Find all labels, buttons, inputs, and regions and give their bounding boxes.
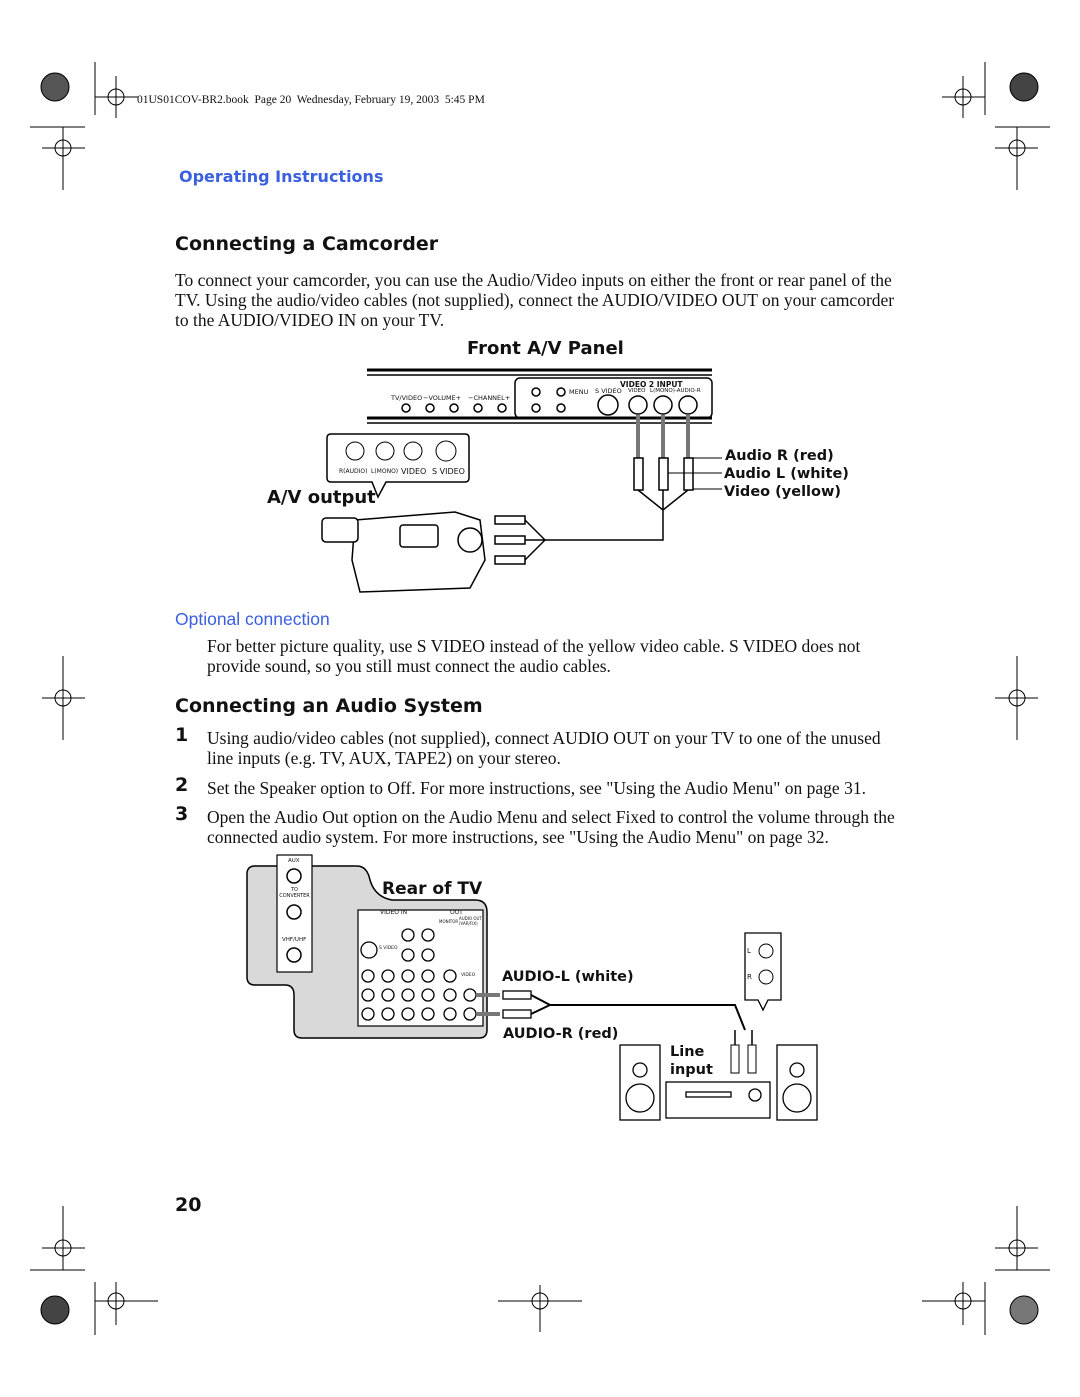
audio-r-label: AUDIO-R (red) (503, 1026, 619, 1042)
optional-connection-heading: Optional connection (175, 609, 330, 629)
line-input-label: Line input (670, 1044, 713, 1078)
front-av-panel-title: Front A/V Panel (467, 338, 624, 359)
rear-jack-label: S VIDEO (379, 946, 398, 951)
antenna-label: AUX (288, 858, 300, 864)
manual-page: 01US01COV-BR2.book Page 20 Wednesday, Fe… (0, 0, 1080, 1397)
registration-disc-icon (1009, 72, 1039, 102)
step-text: Set the Speaker option to Off. For more … (207, 778, 866, 798)
step-number: 1 (175, 724, 189, 746)
stereo-speaker-icon (619, 1044, 818, 1121)
registration-marks (30, 62, 1050, 1335)
panel-label: TV/VIDEO (391, 394, 423, 402)
jack-label: R(AUDIO) (339, 468, 368, 475)
antenna-label: TO CONVERTER (279, 887, 310, 899)
panel-label: MENU (569, 388, 589, 396)
rear-jack-label: VIDEO (461, 973, 476, 978)
registration-disc-icon (40, 1295, 70, 1325)
rear-jack-label: AUDIO OUT (VAR/FIX) (459, 916, 482, 926)
av-output-label: A/V output (267, 487, 376, 508)
optional-connection-text: For better picture quality, use S VIDEO … (207, 636, 861, 676)
camcorder-heading: Connecting a Camcorder (175, 233, 439, 255)
rear-jack-label: VIDEO IN (380, 909, 408, 916)
rear-jack-label: OUT (450, 909, 463, 916)
registration-disc-icon (40, 72, 70, 102)
cable-label: Audio R (red) (725, 448, 834, 464)
panel-label: −VOLUME+ (423, 394, 462, 402)
camcorder-intro: To connect your camcorder, you can use t… (175, 270, 895, 330)
registration-disc-icon (1009, 1295, 1039, 1325)
panel-label: S VIDEO (595, 387, 622, 395)
page-number: 20 (175, 1194, 202, 1216)
panel-label: L(MONO)-AUDIO-R (650, 388, 701, 394)
rear-tv-diagram (246, 854, 818, 1121)
jack-label: VIDEO (401, 467, 427, 476)
cable-label: Audio L (white) (724, 466, 849, 482)
panel-label: VIDEO (628, 388, 646, 394)
section-title: Operating Instructions (179, 167, 384, 186)
panel-label: −CHANNEL+ (468, 394, 511, 402)
jack-label: S VIDEO (432, 467, 465, 476)
rear-jack-label: MONITOR (439, 919, 459, 924)
rear-of-tv-title: Rear of TV (382, 879, 483, 899)
cable-label: Video (yellow) (724, 484, 841, 500)
audio-system-heading: Connecting an Audio System (175, 695, 483, 717)
antenna-label: VHF/UHF (282, 937, 307, 943)
audio-l-label: AUDIO-L (white) (502, 969, 634, 985)
front-av-panel-diagram (321, 368, 722, 593)
stereo-jack-label: R (747, 973, 752, 981)
camcorder-icon (321, 511, 486, 593)
step-text: Using audio/video cables (not supplied),… (207, 728, 881, 768)
file-info-header: 01US01COV-BR2.book Page 20 Wednesday, Fe… (137, 94, 485, 106)
jack-label: L(MONO) (371, 468, 399, 475)
step-number: 3 (175, 803, 189, 825)
step-number: 2 (175, 774, 189, 796)
step-text: Open the Audio Out option on the Audio M… (207, 807, 895, 847)
stereo-jack-label: L (747, 947, 751, 955)
